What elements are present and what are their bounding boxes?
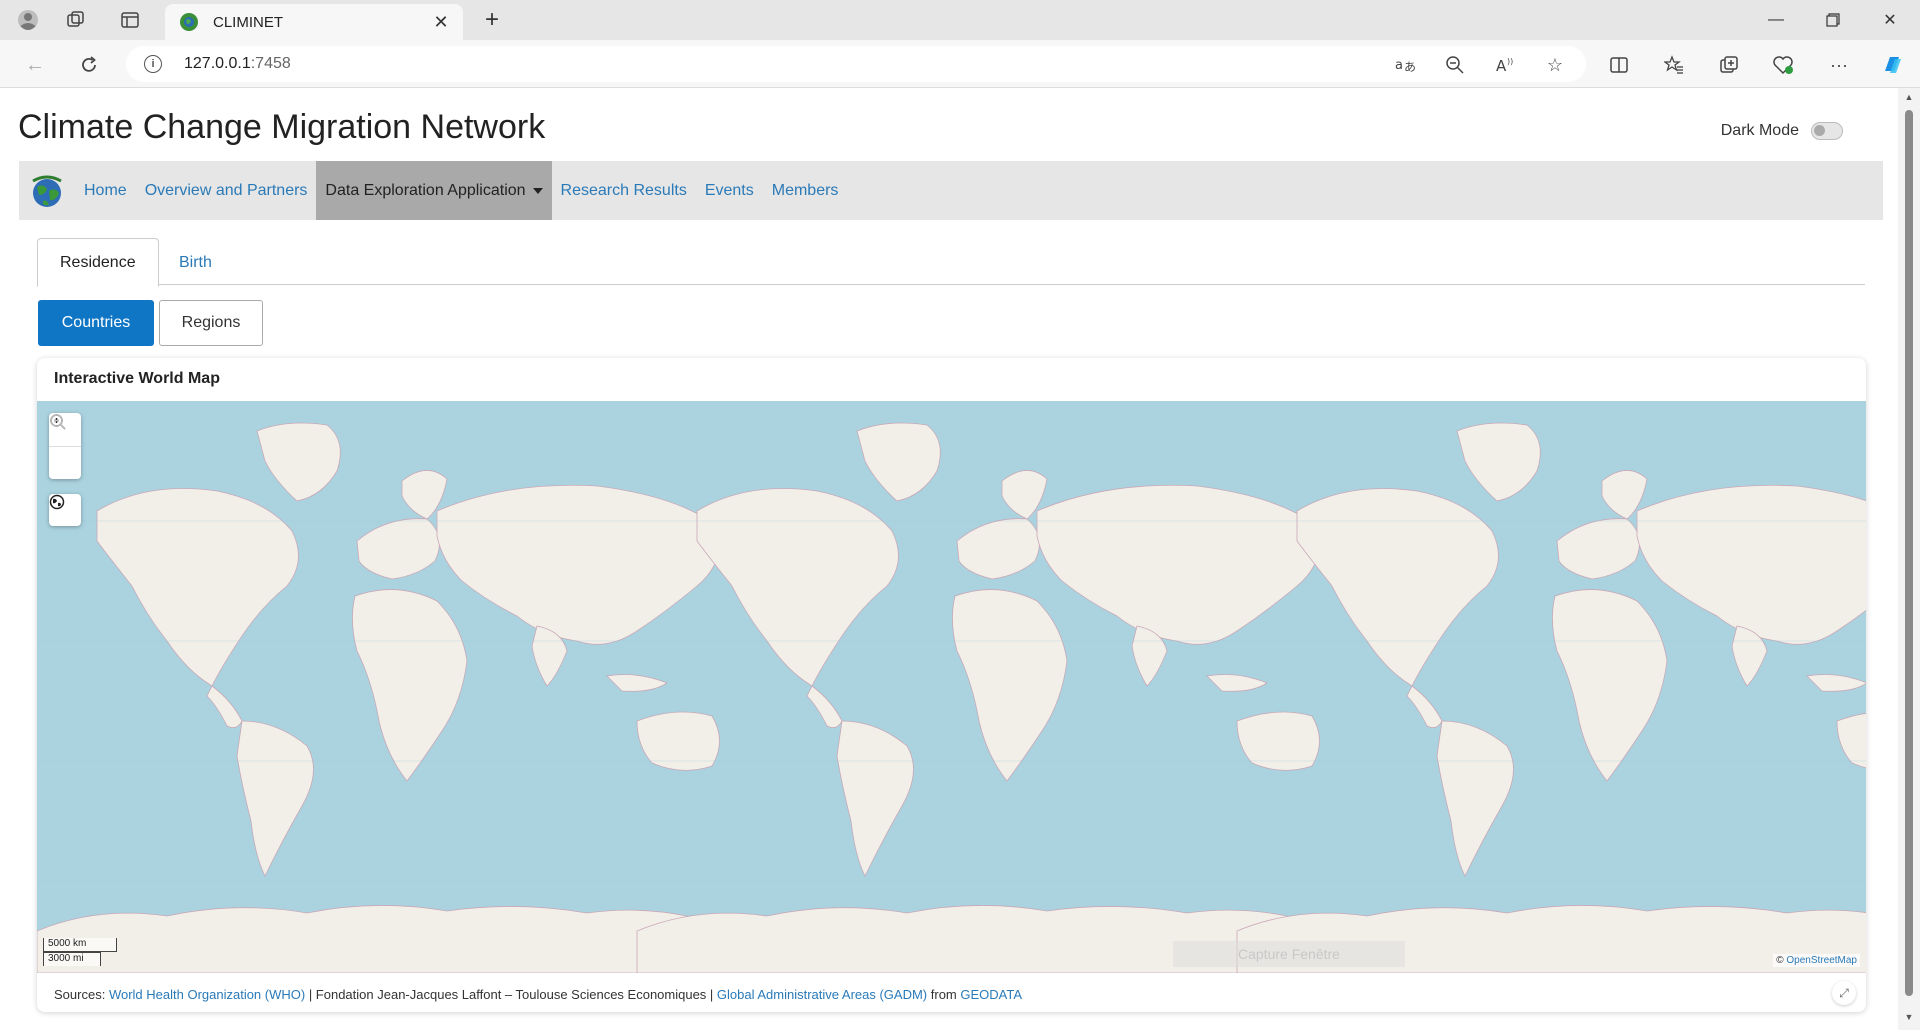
nav-overview-partners[interactable]: Overview and Partners — [136, 161, 317, 220]
page-scrollbar[interactable]: ▲ ▼ — [1898, 88, 1920, 1030]
scroll-down-icon[interactable]: ▼ — [1903, 1012, 1915, 1022]
map-land-copy-3 — [1236, 422, 1866, 973]
regions-button[interactable]: Regions — [159, 300, 263, 346]
copilot-icon[interactable] — [1878, 50, 1908, 80]
nav-members[interactable]: Members — [763, 161, 848, 220]
scale-km: 5000 km — [43, 938, 117, 952]
sources-sep-1: | Fondation Jean-Jacques Laffont – Toulo… — [305, 987, 717, 1002]
sources-label: Sources: — [54, 987, 106, 1002]
more-options-icon[interactable]: ··· — [1824, 50, 1854, 80]
favorite-star-icon[interactable]: ☆ — [1540, 50, 1570, 80]
dark-mode-label: Dark Mode — [1720, 122, 1799, 139]
attribution-prefix: © — [1776, 955, 1784, 966]
nav-research-results[interactable]: Research Results — [552, 161, 696, 220]
tab-residence[interactable]: Residence — [37, 238, 159, 287]
profile-icon[interactable] — [14, 6, 42, 34]
dark-mode-toggle[interactable] — [1811, 122, 1843, 140]
geodata-link[interactable]: GEODATA — [960, 987, 1022, 1002]
back-icon[interactable]: ← — [20, 50, 50, 80]
capture-window-overlay: Capture Fenêtre — [1173, 941, 1405, 967]
scroll-up-icon[interactable]: ▲ — [1903, 92, 1915, 102]
url-port: :7458 — [250, 55, 291, 72]
map-attribution: © OpenStreetMap — [1773, 954, 1860, 967]
map-card-title: Interactive World Map — [54, 370, 220, 387]
countries-button[interactable]: Countries — [38, 300, 154, 346]
split-screen-icon[interactable] — [1604, 50, 1634, 80]
url-host: 127.0.0.1 — [184, 55, 251, 72]
collections-icon[interactable] — [1714, 50, 1744, 80]
climinet-favicon-icon — [180, 13, 198, 31]
map-scale: 5000 km 3000 mi — [43, 938, 117, 966]
nav-home[interactable]: Home — [75, 161, 136, 220]
dropdown-caret-icon — [532, 187, 543, 194]
map-land-copy-2 — [636, 422, 1320, 973]
restore-icon[interactable] — [1815, 6, 1851, 34]
zoom-out-icon[interactable] — [49, 414, 81, 479]
main-navbar: Home Overview and Partners Data Explorat… — [19, 161, 1883, 220]
workspaces-icon[interactable] — [62, 6, 90, 34]
zoom-controls — [49, 413, 81, 479]
nav-data-exploration-label: Data Exploration Application — [325, 181, 526, 199]
browser-tab-bar: CLIMINET ✕ + — ✕ — [0, 0, 1920, 40]
world-view-globe-icon[interactable] — [49, 494, 81, 526]
sources-from: from — [927, 987, 961, 1002]
openstreetmap-link[interactable]: OpenStreetMap — [1786, 955, 1857, 966]
new-tab-icon[interactable]: + — [478, 6, 506, 34]
map-sources: Sources: World Health Organization (WHO)… — [54, 987, 1022, 1002]
read-aloud-icon[interactable]: A)) — [1490, 50, 1520, 80]
tab-birth[interactable]: Birth — [157, 238, 234, 287]
gadm-link[interactable]: Global Administrative Areas (GADM) — [717, 987, 927, 1002]
climinet-logo[interactable] — [29, 173, 65, 209]
close-window-icon[interactable]: ✕ — [1872, 6, 1908, 34]
expand-icon[interactable]: ⤢ — [1832, 981, 1856, 1005]
map-land-copy-1 — [37, 422, 720, 973]
browser-tab-climinet[interactable]: CLIMINET ✕ — [165, 4, 463, 40]
close-tab-icon[interactable]: ✕ — [429, 10, 453, 34]
web-page: Climate Change Migration Network Dark Mo… — [0, 88, 1898, 1030]
tab-actions-icon[interactable] — [116, 6, 144, 34]
refresh-icon[interactable] — [74, 50, 104, 80]
scale-mi: 3000 mi — [43, 952, 101, 966]
site-title: Climate Change Migration Network — [18, 108, 546, 146]
map-card: Interactive World Map 5000 km 3000 mi Ca… — [37, 358, 1866, 1012]
who-link[interactable]: World Health Organization (WHO) — [109, 987, 305, 1002]
browser-tab-title: CLIMINET — [213, 13, 284, 31]
svg-text:A: A — [1496, 57, 1507, 75]
nav-data-exploration[interactable]: Data Exploration Application — [316, 161, 552, 220]
nav-events[interactable]: Events — [696, 161, 763, 220]
address-bar: ← i 127.0.0.1:7458 aあ A)) ☆ ··· — [0, 40, 1920, 88]
svg-text:a: a — [1395, 58, 1403, 73]
interactive-world-map[interactable]: 5000 km 3000 mi Capture Fenêtre © OpenSt… — [37, 401, 1866, 973]
scroll-thumb[interactable] — [1905, 110, 1913, 996]
dark-mode-control: Dark Mode — [1721, 122, 1843, 140]
translate-icon[interactable]: aあ — [1390, 50, 1420, 80]
url-field[interactable]: i 127.0.0.1:7458 — [126, 46, 1586, 82]
zoom-out-page-icon[interactable] — [1440, 50, 1470, 80]
favorites-icon[interactable] — [1659, 50, 1689, 80]
svg-text:あ: あ — [1404, 60, 1416, 74]
browser-essentials-icon[interactable] — [1769, 50, 1799, 80]
site-info-icon[interactable]: i — [144, 55, 162, 73]
residence-birth-tabs: Residence Birth — [37, 238, 1865, 287]
minimize-icon[interactable]: — — [1758, 6, 1794, 34]
world-map-tiles — [37, 422, 1866, 973]
svg-text:)): )) — [1507, 57, 1513, 66]
